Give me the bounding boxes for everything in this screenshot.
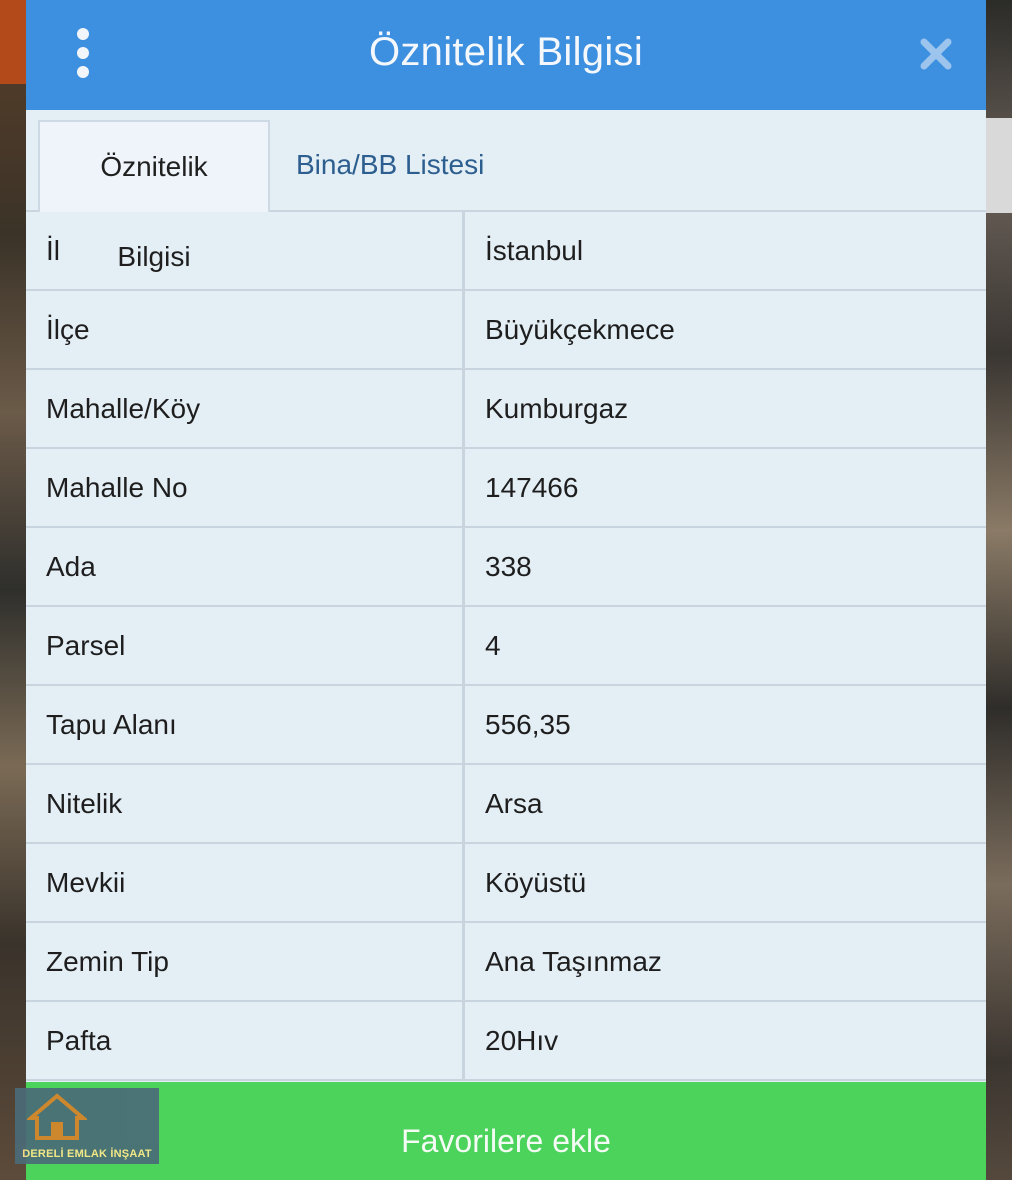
table-row: Tapu Alanı 556,35 [26,686,986,765]
panel-header: Öznitelik Bilgisi [26,0,986,112]
table-row: Pafta 20Hıv [26,1002,986,1081]
table-row: Mevkii Köyüstü [26,844,986,923]
attribute-key: Pafta [26,1002,465,1079]
table-row: Ada 338 [26,528,986,607]
map-background-right [986,0,1012,1180]
attribute-key: Parsel [26,607,465,684]
map-side-strip [986,118,1012,213]
tab-bar: Öznitelik Bilgisi Bina/BB Listesi [26,110,986,272]
logo-text: DERELİ EMLAK İNŞAAT [22,1148,152,1160]
table-row: İl İstanbul [26,212,986,291]
attribute-value: 4 [485,630,501,661]
house-icon [27,1093,87,1140]
attribute-key: Mahalle No [26,449,465,526]
tab-attribute-info[interactable]: Öznitelik Bilgisi [38,120,270,272]
attribute-table: İl İstanbul İlçe Büyükçekmece Mahalle/Kö… [26,212,986,1081]
table-row: Zemin Tip Ana Taşınmaz [26,923,986,1002]
attribute-value: Kumburgaz [485,393,629,424]
add-to-favorites-button[interactable]: Favorilere ekle [26,1082,986,1180]
attribute-value: 338 [485,551,532,582]
close-button[interactable] [916,34,956,74]
attribute-value: İstanbul [485,235,584,266]
map-background-left [0,0,26,1180]
attribute-value: Köyüstü [485,867,587,898]
attribute-key: Tapu Alanı [26,686,465,763]
company-logo: DERELİ EMLAK İNŞAAT [15,1088,159,1164]
attribute-key: Ada [26,528,465,605]
attribute-key: İlçe [26,291,465,368]
attribute-value: Arsa [485,788,543,819]
table-row: Nitelik Arsa [26,765,986,844]
attribute-key: Zemin Tip [26,923,465,1000]
tab-building-list[interactable]: Bina/BB Listesi [276,120,504,210]
attribute-key: Nitelik [26,765,465,842]
table-row: İlçe Büyükçekmece [26,291,986,370]
table-row: Mahalle/Köy Kumburgaz [26,370,986,449]
attribute-key: Mahalle/Köy [26,370,465,447]
panel-title: Öznitelik Bilgisi [368,30,644,74]
table-row: Parsel 4 [26,607,986,686]
attribute-value: 556,35 [485,709,571,740]
attribute-info-panel: Öznitelik Bilgisi Öznitelik Bilgisi Bina… [26,0,986,1180]
attribute-value: 20Hıv [485,1025,559,1056]
table-row: Mahalle No 147466 [26,449,986,528]
attribute-key: İl [26,212,465,289]
attribute-value: 147466 [485,472,579,503]
close-icon [920,38,952,70]
attribute-key: Mevkii [26,844,465,921]
attribute-value: Büyükçekmece [485,314,675,345]
map-orange-marker [0,0,26,84]
attribute-value: Ana Taşınmaz [485,946,662,977]
